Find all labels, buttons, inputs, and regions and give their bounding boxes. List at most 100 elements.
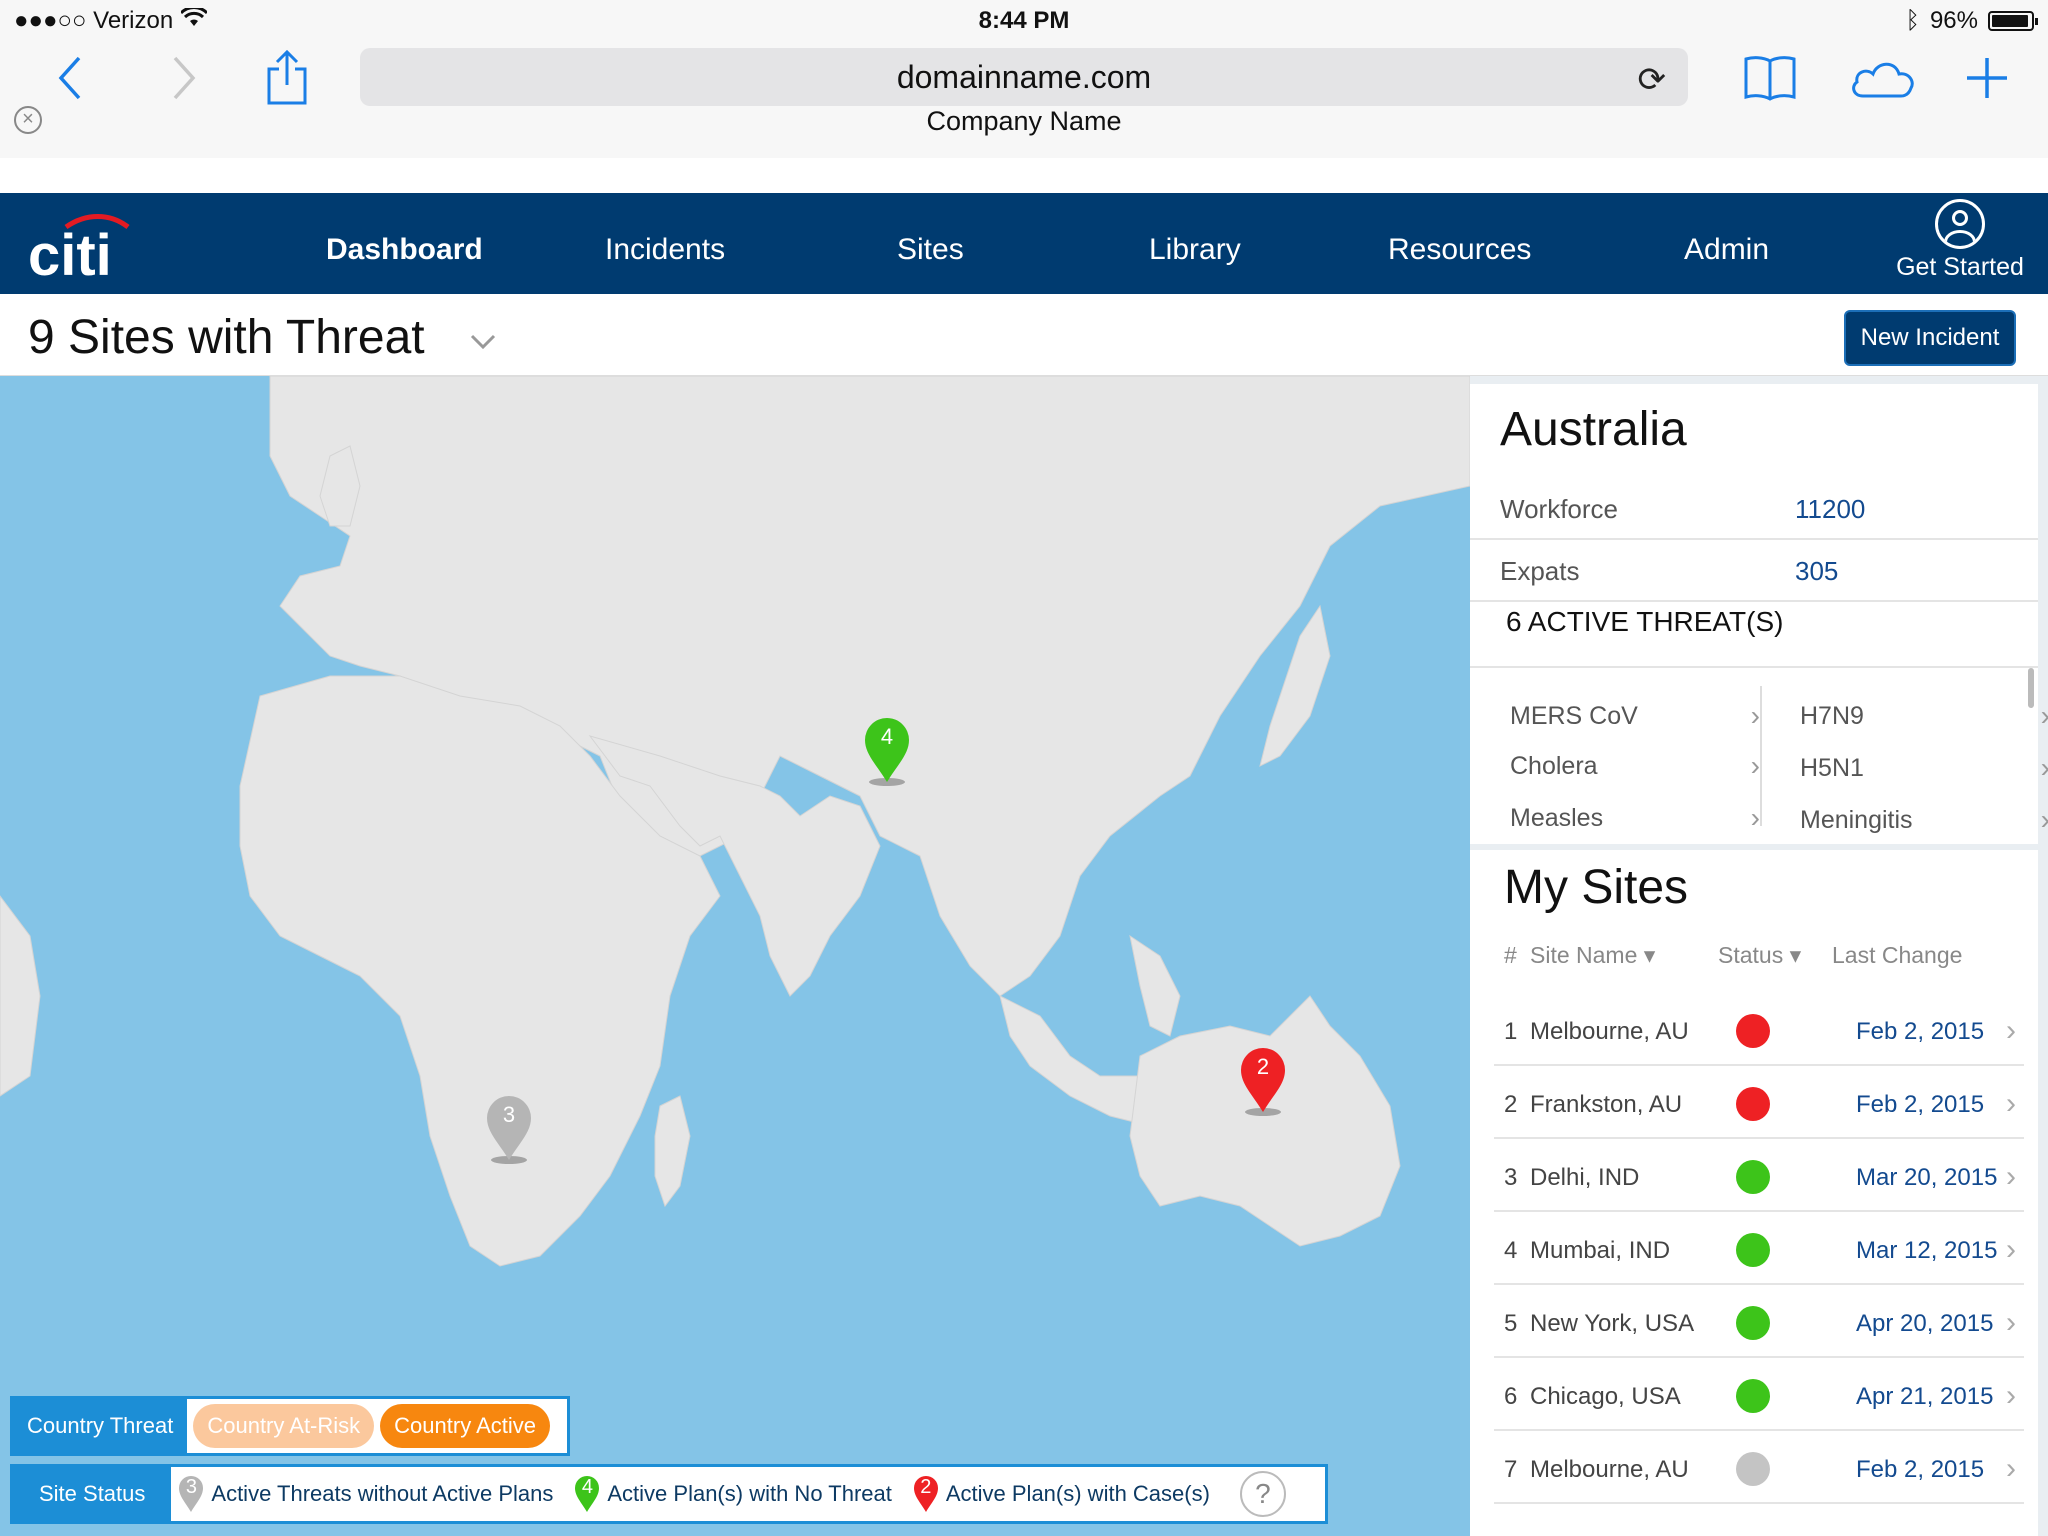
nav-sites[interactable]: Sites bbox=[897, 233, 964, 267]
page-header: 9 Sites with Threat New Incident bbox=[0, 294, 2048, 376]
site-row[interactable]: 4 Mumbai, IND Mar 12, 2015 › bbox=[1494, 1213, 2024, 1285]
site-row[interactable]: 5 New York, USA Apr 20, 2015 › bbox=[1494, 1286, 2024, 1358]
country-name: Australia bbox=[1500, 403, 1687, 456]
last-change-date: Feb 2, 2015 bbox=[1856, 1091, 1985, 1118]
main-navbar: citi Dashboard Incidents Sites Library R… bbox=[0, 193, 2048, 294]
chevron-right-icon: › bbox=[2006, 1379, 2016, 1412]
site-status-toggle[interactable]: Site Status bbox=[13, 1467, 172, 1521]
threat-item[interactable]: Cholera › bbox=[1510, 750, 1760, 781]
icloud-tabs-button[interactable] bbox=[1848, 50, 1918, 106]
tab-title: Company Name bbox=[926, 106, 1122, 136]
pin-icon: 4 bbox=[573, 1474, 601, 1514]
back-button[interactable] bbox=[50, 50, 90, 106]
status-dot bbox=[1736, 1014, 1770, 1048]
site-name: Delhi, IND bbox=[1530, 1164, 1640, 1191]
last-change-date: Feb 2, 2015 bbox=[1856, 1456, 1985, 1483]
book-icon bbox=[1744, 56, 1796, 101]
chevron-right-icon: › bbox=[2006, 1452, 2016, 1485]
map-pin-south-africa[interactable]: 3 bbox=[484, 1094, 534, 1164]
workforce-row: Workforce 11200 bbox=[1470, 480, 2038, 540]
workforce-value: 11200 bbox=[1795, 494, 1866, 524]
reload-icon[interactable]: ⟳ bbox=[1638, 60, 1667, 100]
nav-library[interactable]: Library bbox=[1149, 233, 1241, 267]
last-change-date: Feb 2, 2015 bbox=[1856, 1018, 1985, 1045]
map-pin-australia[interactable]: 2 bbox=[1238, 1046, 1288, 1116]
expats-row: Expats 305 bbox=[1470, 542, 2038, 602]
clock: 8:44 PM bbox=[978, 7, 1070, 34]
col-last-change-header[interactable]: Last Change bbox=[1832, 942, 1962, 969]
col-site-name-header[interactable]: Site Name ▾ bbox=[1530, 942, 1655, 969]
browser-toolbar: domainname.com ⟳ bbox=[0, 40, 2048, 158]
col-status-header[interactable]: Status ▾ bbox=[1718, 942, 1801, 969]
cloud-icon bbox=[1852, 62, 1914, 98]
citi-logo[interactable]: citi bbox=[28, 211, 148, 288]
threat-item[interactable]: H7N9› bbox=[1800, 700, 2048, 732]
active-threats-heading: 6 ACTIVE THREAT(S) bbox=[1506, 606, 1784, 637]
country-active-toggle[interactable]: Country Active bbox=[380, 1404, 551, 1448]
svg-text:citi: citi bbox=[28, 223, 112, 281]
forward-button[interactable] bbox=[164, 50, 204, 106]
threat-item[interactable]: H5N1› bbox=[1800, 752, 2048, 783]
my-sites-card: My Sites # Site Name ▾ Status ▾ Last Cha… bbox=[1470, 850, 2038, 1536]
site-name: Mumbai, IND bbox=[1530, 1237, 1671, 1264]
chevron-right-icon: › bbox=[1750, 750, 1760, 781]
col-num-header: # bbox=[1504, 942, 1517, 968]
status-dot bbox=[1736, 1379, 1770, 1413]
map-pin-india[interactable]: 4 bbox=[862, 716, 912, 786]
status-dot bbox=[1736, 1452, 1770, 1486]
country-threat-toggle[interactable]: Country Threat bbox=[13, 1399, 188, 1453]
chevron-right-icon bbox=[173, 56, 196, 100]
site-row[interactable]: 7 Melbourne, AU Feb 2, 2015 › bbox=[1494, 1432, 2024, 1504]
chevron-right-icon: › bbox=[1750, 700, 1760, 731]
site-row[interactable]: 6 Chicago, USA Apr 21, 2015 › bbox=[1494, 1359, 2024, 1431]
site-row[interactable]: 3 Delhi, IND Mar 20, 2015 › bbox=[1494, 1140, 2024, 1212]
chevron-right-icon: › bbox=[2041, 700, 2048, 732]
chevron-right-icon: › bbox=[2041, 804, 2048, 836]
world-map[interactable]: 4 3 2 Country Threat Country At-Risk Cou… bbox=[0, 376, 1470, 1536]
chevron-down-icon[interactable] bbox=[470, 330, 496, 356]
nav-resources[interactable]: Resources bbox=[1388, 233, 1531, 267]
site-number: 1 bbox=[1504, 1018, 1518, 1045]
nav-incidents[interactable]: Incidents bbox=[605, 233, 725, 267]
site-number: 5 bbox=[1504, 1310, 1518, 1337]
threat-item[interactable]: Meningitis› bbox=[1800, 804, 2048, 836]
nav-admin[interactable]: Admin bbox=[1684, 233, 1769, 267]
get-started-button[interactable]: Get Started bbox=[1890, 199, 2030, 282]
chevron-right-icon: › bbox=[2006, 1233, 2016, 1266]
site-name: New York, USA bbox=[1530, 1310, 1695, 1337]
new-tab-button[interactable] bbox=[1962, 50, 2012, 106]
threat-item[interactable]: MERS CoV › bbox=[1510, 700, 1760, 731]
address-bar[interactable]: domainname.com ⟳ bbox=[360, 48, 1688, 106]
threat-item[interactable]: Measles › bbox=[1510, 802, 1760, 833]
battery-percent: 96% bbox=[1929, 7, 1978, 34]
right-panel: Australia Workforce 11200 Expats 305 6 A… bbox=[1470, 376, 2048, 1536]
chevron-right-icon: › bbox=[2006, 1160, 2016, 1193]
share-button[interactable] bbox=[262, 46, 312, 108]
site-name: Chicago, USA bbox=[1530, 1383, 1681, 1410]
site-row[interactable]: 1 Melbourne, AU Feb 2, 2015 › bbox=[1494, 994, 2024, 1066]
status-dot bbox=[1736, 1087, 1770, 1121]
help-icon[interactable]: ? bbox=[1239, 1471, 1286, 1517]
nav-dashboard[interactable]: Dashboard bbox=[326, 233, 483, 267]
plus-icon bbox=[1967, 58, 2007, 98]
legend-item-no-threat[interactable]: 4 Active Plan(s) with No Threat bbox=[573, 1474, 892, 1514]
last-change-date: Apr 20, 2015 bbox=[1856, 1310, 1994, 1337]
threat-list: MERS CoV› H7N9› Cholera› H5N1› Measles› … bbox=[1470, 666, 2048, 844]
site-row[interactable]: 2 Frankston, AU Feb 2, 2015 › bbox=[1494, 1067, 2024, 1139]
legend-item-with-cases[interactable]: 2 Active Plan(s) with Case(s) bbox=[912, 1474, 1210, 1514]
page-title[interactable]: 9 Sites with Threat bbox=[28, 310, 425, 365]
new-incident-button[interactable]: New Incident bbox=[1844, 310, 2016, 366]
expats-value: 305 bbox=[1795, 556, 1839, 586]
country-legend: Country Threat Country At-Risk Country A… bbox=[10, 1396, 570, 1456]
bluetooth-icon: ᛒ bbox=[1905, 7, 1920, 34]
last-change-date: Apr 21, 2015 bbox=[1856, 1383, 1994, 1410]
country-at-risk-toggle[interactable]: Country At-Risk bbox=[193, 1404, 375, 1448]
legend-item-no-plans[interactable]: 3 Active Threats without Active Plans bbox=[177, 1474, 553, 1514]
battery-icon bbox=[1988, 11, 2038, 31]
chevron-right-icon: › bbox=[2006, 1014, 2016, 1047]
site-number: 6 bbox=[1504, 1383, 1518, 1410]
chevron-right-icon: › bbox=[2006, 1087, 2016, 1120]
scrollbar[interactable] bbox=[2028, 668, 2034, 708]
bookmarks-button[interactable] bbox=[1742, 50, 1798, 106]
site-number: 2 bbox=[1504, 1091, 1518, 1118]
